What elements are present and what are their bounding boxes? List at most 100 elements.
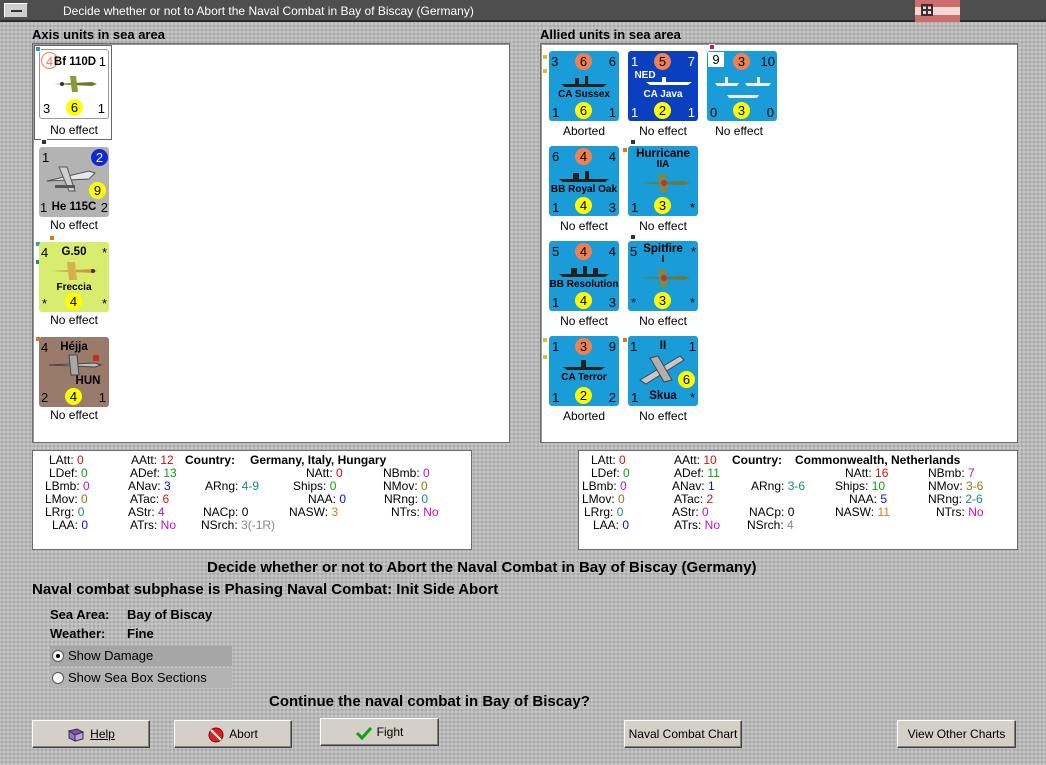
fighter-aircraft-icon [638,174,690,192]
unit-value: 6 [66,99,83,116]
marker-icon [630,139,636,145]
unit-value: 1 [98,54,106,69]
unit-subname: HUN [75,375,101,387]
unit-counter-g50[interactable]: 4 G.50 * Freccia * 4 * [39,242,109,312]
sea-area-value: Bay of Biscay [127,607,213,622]
radio-selected-icon [52,650,64,662]
unit-value: 2 [41,390,49,405]
unit-name: He 115C [51,201,97,213]
unit-counter-spitfire[interactable]: 5 Spitfire I * * 3 * [628,241,698,311]
marker-icon [542,354,548,360]
marker-icon [630,234,636,240]
unit-value: 1 [631,54,639,69]
unit-status: No effect [639,219,687,233]
unit-value: 3 [551,54,559,69]
unit-status: No effect [560,314,608,328]
unit-value: 6 [552,149,560,164]
unit-value: 2 [100,200,108,215]
unit-counter-ca-terror[interactable]: 1 3 9 CA Terror 1 2 2 [549,336,619,406]
axis-units-title: Axis units in sea area [32,27,165,42]
unit-counter-bb-royal-oak[interactable]: 6 4 4 BB Royal Oak 1 4 3 [549,146,619,216]
unit-value: 9 [708,52,724,67]
unit-value: 1 [631,105,639,120]
unit-value: * [101,296,107,311]
country-label: Country: [732,453,782,467]
weather-value: Fine [127,626,154,641]
unit-counter-convoy[interactable]: 9 3 10 0 3 0 [707,51,777,121]
unit-value: 1 [631,390,639,405]
unit-value: 1 [552,200,560,215]
unit-value: 0 [710,105,718,120]
allied-units-title: Allied units in sea area [540,27,681,42]
unit-subname: IIA [656,159,670,170]
unit-name: CA Terror [561,372,607,383]
help-button[interactable]: Help [32,720,150,748]
marker-icon [41,139,47,145]
naval-combat-chart-button[interactable]: Naval Combat Chart [624,720,742,748]
unit-name: G.50 [61,246,87,258]
unit-name: BB Resolution [549,279,619,290]
marker-icon [49,235,55,241]
unit-name: CA Java [643,89,683,100]
allied-stats-panel: LAtt: 0 LDef: 0 LBmb: 0 LMov: 0 LRrg: 0 … [578,450,1018,550]
unit-status: No effect [50,408,98,422]
unit-status: No effect [50,218,98,232]
battleship-icon [559,266,609,277]
fight-button[interactable]: Fight [320,718,439,746]
unit-counter-hurricane[interactable]: Hurricane IIA 1 3 * [628,146,698,216]
unit-value: 1 [608,105,616,120]
show-damage-radio[interactable]: Show Damage [50,646,232,666]
fighter-aircraft-icon [638,269,690,287]
unit-value: 0 [766,105,774,120]
unit-counter-ca-sussex[interactable]: 3 6 6 CA Sussex 1 6 1 [549,51,619,121]
axis-units-box: 4 Bf 110D 1 3 6 1 No effect 1 2 9 1 He 1… [32,43,510,443]
axis-stats-panel: LAtt: 0 LDef: 0 LBmb: 0 LMov: 0 LRrg: 0 … [32,450,472,550]
dialog-heading: Decide whether or not to Abort the Naval… [207,559,757,576]
unit-value: 5 [552,244,560,259]
unit-value: 1 [552,105,560,120]
show-sea-box-radio[interactable]: Show Sea Box Sections [50,668,232,688]
unit-value: * [631,295,637,310]
fighter-aircraft-icon [51,262,97,280]
cruiser-ship-icon [561,76,607,87]
unit-counter-bf110d[interactable]: 4 Bf 110D 1 3 6 1 [39,49,109,119]
unit-name: Héjja [60,341,88,353]
title-bar: Decide whether or not to Abort the Naval… [0,0,1046,22]
sea-area-label: Sea Area: [50,607,110,622]
system-menu-button[interactable] [4,3,28,18]
unit-value: 3 [654,292,671,309]
unit-value: 6 [575,53,592,70]
unit-value: 1 [97,101,105,116]
marker-icon [35,46,41,52]
unit-value: 4 [65,388,82,405]
unit-status: No effect [639,124,687,138]
unit-status: No effect [639,409,687,423]
convoy-ships-icon [715,77,771,98]
checkmark-icon [355,726,372,740]
unit-value: 2 [654,102,671,119]
unit-value: 5 [654,53,671,70]
unit-counter-ca-java[interactable]: 1 5 7 NED CA Java 1 2 1 [628,51,698,121]
radio-unselected-icon [52,672,64,684]
unit-value: * [690,244,696,259]
unit-counter-skua[interactable]: 1 II 1 6 Skua 1 * [628,336,698,406]
unit-value: * [689,390,695,405]
unit-counter-bb-resolution[interactable]: 5 4 4 BB Resolution 1 4 3 [549,241,619,311]
cruiser-ship-icon [646,77,692,85]
dialog-window: Decide whether or not to Abort the Naval… [0,0,1046,765]
unit-value: 3 [733,102,750,119]
view-other-charts-button[interactable]: View Other Charts [897,720,1016,748]
weather-label: Weather: [50,626,106,641]
battleship-icon [559,171,609,182]
unit-counter-he115c[interactable]: 1 2 9 1 He 115C 2 [39,147,109,217]
window-title: Decide whether or not to Abort the Naval… [63,4,474,18]
unit-value: 9 [89,182,106,199]
unit-status: No effect [50,313,98,327]
unit-value: 6 [608,54,616,69]
monitor-ship-icon [563,360,605,370]
unit-value: 4 [575,243,592,260]
show-sea-box-label: Show Sea Box Sections [68,670,207,685]
abort-button[interactable]: Abort [174,720,292,748]
unit-status: Aborted [562,124,606,138]
unit-counter-hejja[interactable]: 4 Héjja HUN 2 4 1 [39,337,109,407]
